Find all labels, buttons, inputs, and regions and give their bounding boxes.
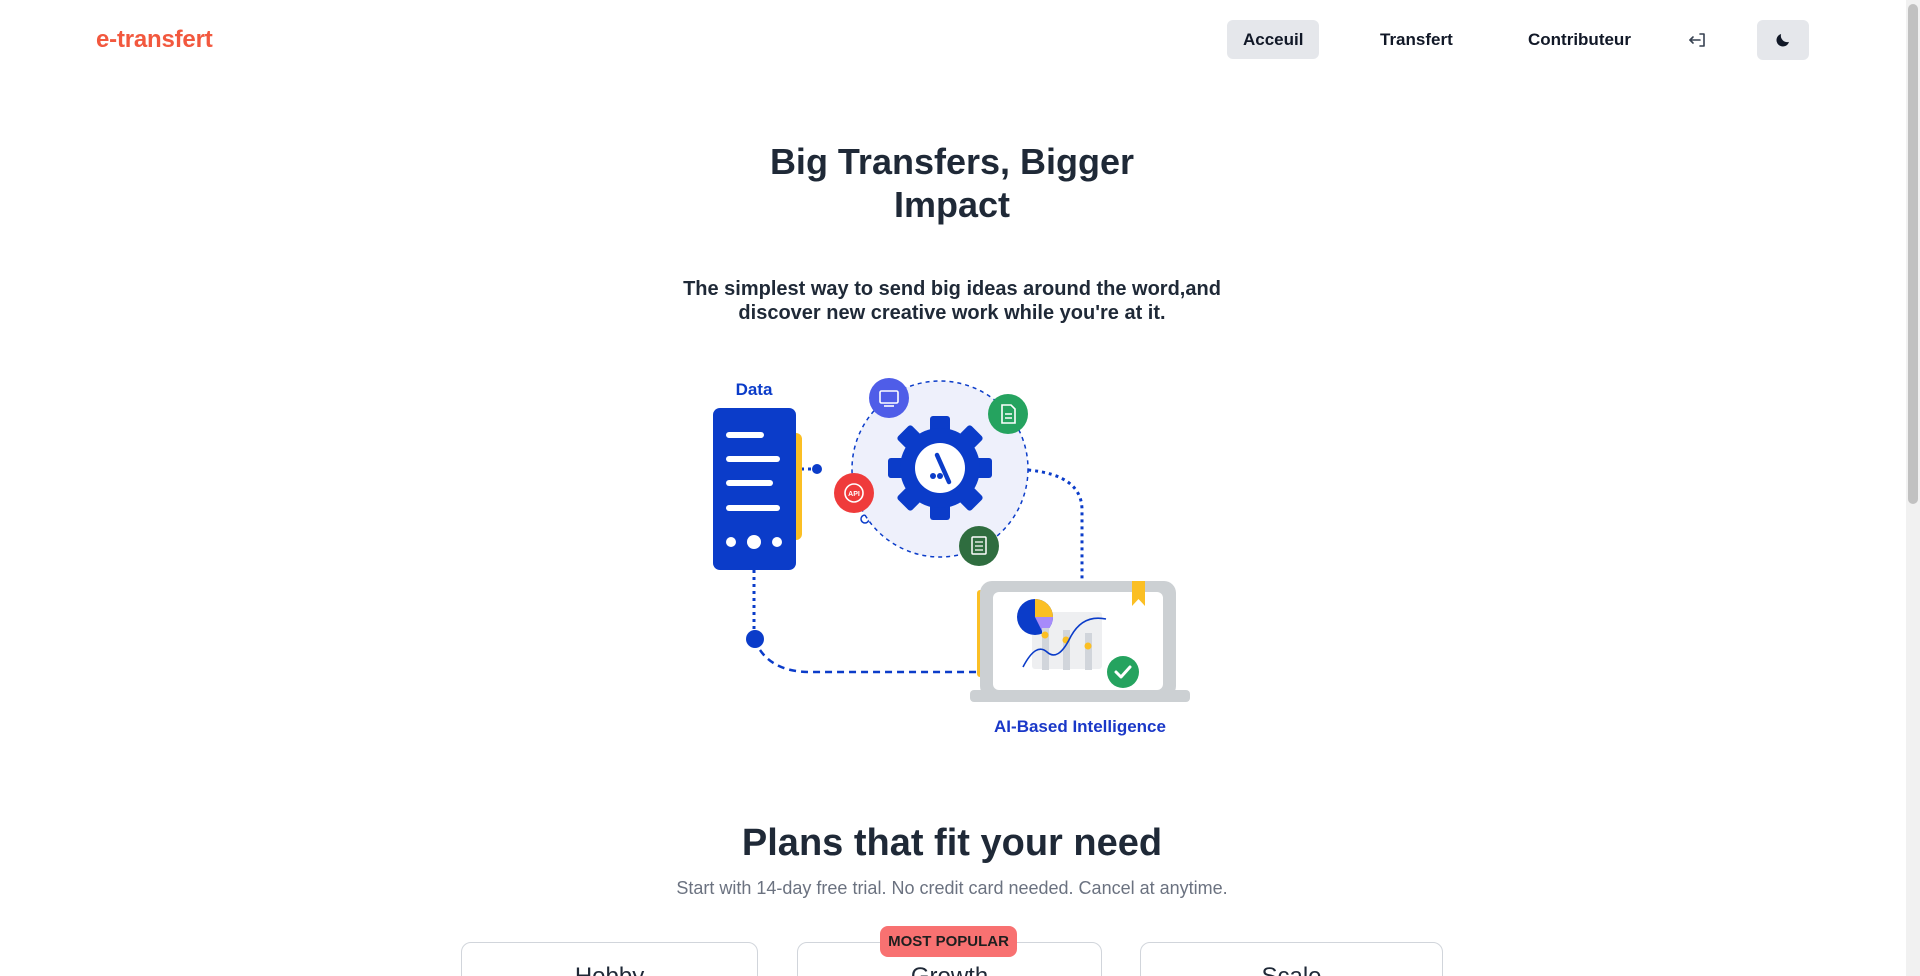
plan-card-hobby[interactable]: Hobby: [461, 942, 758, 976]
plan-name: Growth: [798, 963, 1101, 976]
moon-icon: [1776, 34, 1789, 47]
plan-name: Scale: [1141, 963, 1442, 976]
plan-card-scale[interactable]: Scale: [1140, 942, 1443, 976]
plan-name: Hobby: [462, 963, 757, 976]
hero-subtitle: The simplest way to send big ideas aroun…: [683, 278, 1221, 324]
scrollbar-thumb[interactable]: [1908, 4, 1918, 504]
login-icon: [1689, 33, 1705, 47]
page-scrollbar[interactable]: [1906, 0, 1920, 976]
navbar: e-transfert Acceuil Transfert Contribute…: [0, 0, 1906, 80]
nav-item-transfert[interactable]: Transfert: [1364, 20, 1469, 59]
hero-illustration: API Data AI-Based Intelligence: [713, 378, 1190, 736]
nav-item-contributeur[interactable]: Contributeur: [1512, 20, 1647, 59]
login-button[interactable]: [1686, 28, 1710, 52]
document-icon: [988, 394, 1028, 434]
most-popular-badge: MOST POPULAR: [880, 926, 1017, 957]
plans-subtitle: Start with 14-day free trial. No credit …: [676, 878, 1228, 898]
spreadsheet-icon: [959, 526, 999, 566]
api-icon: API: [834, 473, 874, 513]
brand-logo[interactable]: e-transfert: [96, 26, 213, 54]
monitor-icon: [869, 378, 909, 418]
gear-icon: [888, 416, 992, 520]
svg-text:API: API: [848, 491, 860, 498]
nav-item-acceuil[interactable]: Acceuil: [1227, 20, 1320, 59]
data-label: Data: [736, 380, 773, 399]
theme-toggle-button[interactable]: [1757, 20, 1809, 60]
ai-label: AI-Based Intelligence: [994, 717, 1166, 736]
hero-title: Big Transfers, Bigger Impact: [769, 141, 1135, 225]
plans-title: Plans that fit your need: [741, 822, 1163, 864]
checkmark-icon: [1107, 656, 1139, 688]
